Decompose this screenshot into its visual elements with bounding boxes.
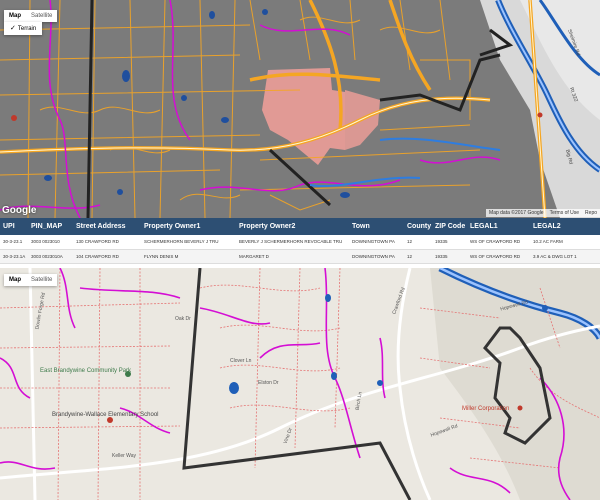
- google-logo: Google: [2, 205, 37, 216]
- column-header-legal1[interactable]: LEGAL1: [467, 218, 530, 235]
- column-header-street-address[interactable]: Street Address: [73, 218, 141, 235]
- poi-marker[interactable]: [517, 405, 523, 411]
- cell-legal1: WS OF CRAWFORD RD: [467, 235, 530, 250]
- column-header-legal2[interactable]: LEGAL2: [530, 218, 600, 235]
- report-link[interactable]: Repo: [585, 210, 597, 216]
- road-label: Clover Ln: [230, 358, 252, 364]
- map-type-control: Map Satellite: [4, 10, 58, 22]
- parcel-map-view[interactable]: Shelmire Rd Rt 322 Big Rd Map Satellite …: [0, 0, 600, 218]
- park-label[interactable]: East Brandywine Community Park: [40, 368, 131, 374]
- road-label: Oak Dr: [175, 316, 191, 322]
- cell-county: 12: [404, 249, 432, 264]
- cell-county: 12: [404, 235, 432, 250]
- column-header-town[interactable]: Town: [349, 218, 404, 235]
- parcel-map-canvas[interactable]: Shelmire Rd Rt 322 Big Rd: [0, 0, 600, 218]
- cell-upi: 30-3-23.1: [0, 235, 28, 250]
- map-type-map-button[interactable]: Map: [4, 10, 26, 22]
- terrain-map-view[interactable]: Map Satellite East Brandywine Community …: [0, 268, 600, 500]
- road-label: Keller Way: [112, 453, 136, 459]
- poi-label[interactable]: Miller Corporation: [462, 406, 509, 412]
- terrain-toggle[interactable]: ✓ Terrain: [4, 22, 43, 35]
- checkmark-icon: ✓: [10, 25, 16, 32]
- table-header-row: UPI PIN_MAP Street Address Property Owne…: [0, 218, 600, 235]
- place-marker[interactable]: [11, 115, 17, 121]
- cell-town: DOWNINGTOWN PA: [349, 235, 404, 250]
- cell-legal2: 3.9 AC & DWG LOT 1: [530, 249, 600, 264]
- road-label: Elston Dr: [258, 380, 279, 386]
- school-label[interactable]: Brandywine-Wallace Elementary School: [52, 412, 162, 419]
- place-marker-2[interactable]: [537, 112, 543, 118]
- map-attribution: Map data ©2017 Google Terms of Use Repo: [486, 209, 600, 217]
- cell-legal1: WS OF CRAWFORD RD: [467, 249, 530, 264]
- parcel-attribute-table: UPI PIN_MAP Street Address Property Owne…: [0, 218, 600, 268]
- cell-town: DOWNINGTOWN PA: [349, 249, 404, 264]
- terms-of-use-link[interactable]: Terms of Use: [550, 210, 579, 216]
- terrain-label: Terrain: [17, 25, 37, 32]
- column-header-owner2[interactable]: Property Owner2: [236, 218, 349, 235]
- cell-pin-map: 3003 0023010: [28, 235, 73, 250]
- map-type-satellite-button[interactable]: Satellite: [26, 274, 57, 286]
- column-header-owner1[interactable]: Property Owner1: [141, 218, 236, 235]
- column-header-county[interactable]: County: [404, 218, 432, 235]
- table-row[interactable]: 30-3-23.1 3003 0023010 130 CRAWFORD RD S…: [0, 235, 600, 250]
- cell-owner2: BEVERLY J SCHERMERHORN REVOCABLE TRU: [236, 235, 349, 250]
- table-row[interactable]: 30-3-23.1A 3003 0023010A 104 CRAWFORD RD…: [0, 249, 600, 264]
- cell-owner2: MARGARET D: [236, 249, 349, 264]
- map-type-map-button[interactable]: Map: [4, 274, 26, 286]
- cell-pin-map: 3003 0023010A: [28, 249, 73, 264]
- column-header-upi[interactable]: UPI: [0, 218, 28, 235]
- column-header-zip[interactable]: ZIP Code: [432, 218, 467, 235]
- cell-owner1: SCHERMERHORN BEVERLY J TRU: [141, 235, 236, 250]
- page: Shelmire Rd Rt 322 Big Rd Map Satellite …: [0, 0, 600, 500]
- cell-zip: 19335: [432, 249, 467, 264]
- cell-street-address: 104 CRAWFORD RD: [73, 249, 141, 264]
- cell-owner1: FLYNN DENIS M: [141, 249, 236, 264]
- cell-upi: 30-3-23.1A: [0, 249, 28, 264]
- map-type-satellite-button[interactable]: Satellite: [26, 10, 57, 22]
- column-header-pin-map[interactable]: PIN_MAP: [28, 218, 73, 235]
- cell-zip: 19335: [432, 235, 467, 250]
- map-data-credit: Map data ©2017 Google: [489, 210, 544, 216]
- cell-street-address: 130 CRAWFORD RD: [73, 235, 141, 250]
- cell-legal2: 10.2 AC FARM: [530, 235, 600, 250]
- map-type-control-bottom: Map Satellite: [4, 274, 58, 286]
